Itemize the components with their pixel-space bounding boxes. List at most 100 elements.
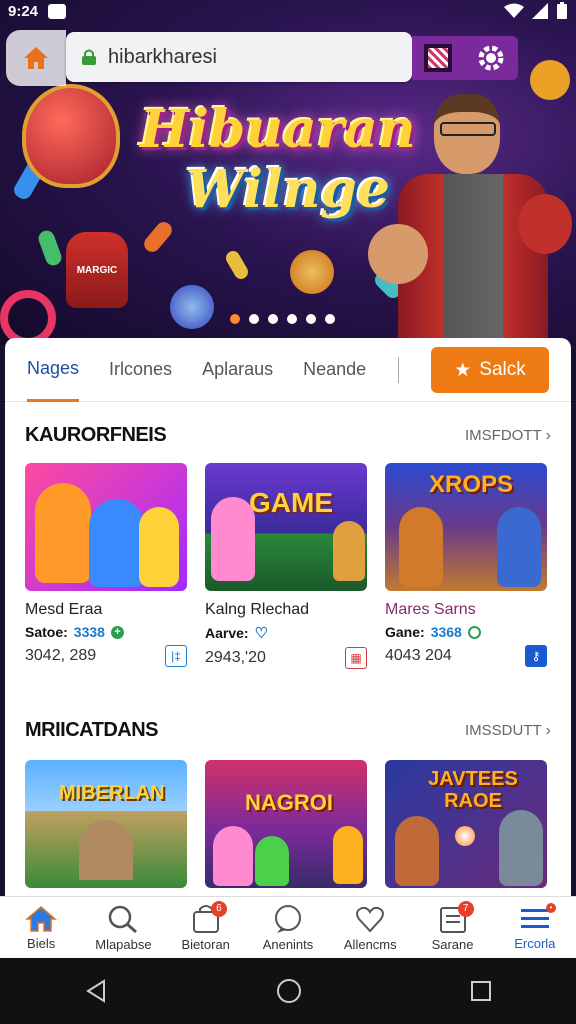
notification-badge: • xyxy=(545,903,556,913)
hot-air-balloon-image xyxy=(22,84,120,188)
character-figure xyxy=(395,816,439,886)
gear-icon[interactable] xyxy=(476,43,506,73)
bookmark-icon[interactable]: |‡ xyxy=(165,645,187,667)
status-bar: 9:24 xyxy=(0,0,576,22)
nav-item-chat[interactable]: Anenints xyxy=(247,897,329,958)
nav-label: Anenints xyxy=(262,936,314,952)
lantern-image: MARGIC xyxy=(66,232,128,308)
decor-orb xyxy=(170,285,214,329)
game-thumbnail xyxy=(25,463,187,591)
system-nav-bar xyxy=(0,958,576,1024)
bottom-nav: Biels Mlapabse 6 Bietoran Anenints Allen… xyxy=(0,896,576,958)
game-thumbnail: XROPS xyxy=(385,463,547,591)
game-thumbnail: MIBERLAN xyxy=(25,760,187,888)
carousel-dot[interactable] xyxy=(249,314,259,324)
back-icon[interactable] xyxy=(84,979,108,1003)
nav-label: Ercorla xyxy=(514,935,556,951)
nav-item-documents[interactable]: 7 Sarane xyxy=(411,897,493,958)
game-meta-label: Gane: xyxy=(385,624,425,640)
decor-block xyxy=(140,218,176,256)
decor-block xyxy=(36,228,64,268)
battery-icon xyxy=(557,2,567,19)
section-header: KAURORFNEIS IMSFDOTT › xyxy=(5,424,571,447)
game-meta: Gane: 3368 xyxy=(385,624,547,640)
game-thumbnail: NAGROI xyxy=(205,760,367,888)
game-card[interactable]: MIBERLAN xyxy=(25,760,187,888)
game-stats: 2943,'20 xyxy=(205,649,266,666)
decor-block xyxy=(223,248,251,282)
nav-item-search[interactable]: Mlapabse xyxy=(82,897,164,958)
search-button[interactable]: ★ Salck xyxy=(431,347,549,393)
see-more-label: IMSFDOTT xyxy=(465,427,542,444)
character-figure xyxy=(35,483,91,583)
character-figure xyxy=(399,507,443,587)
game-card[interactable]: Mesd Eraa Satoe: 3338 + 3042, 289 |‡ xyxy=(25,463,187,669)
tab-aplaraus[interactable]: Aplaraus xyxy=(202,338,273,402)
nav-item-favorites[interactable]: Allencms xyxy=(329,897,411,958)
hero-title: Hibuaran Wilnge xyxy=(140,100,416,220)
star-icon: ★ xyxy=(454,359,472,381)
tab-nages[interactable]: Nages xyxy=(27,338,80,402)
url-text: hibarkharesi xyxy=(108,45,217,68)
notification-badge: 7 xyxy=(457,901,474,917)
game-card[interactable]: GAME Kalng Rlechad Aarve: ♡ 2943,'20 ▦ xyxy=(205,463,367,669)
tab-irlcones[interactable]: Irlcones xyxy=(109,338,172,402)
nav-label: Sarane xyxy=(431,936,474,952)
character-figure xyxy=(211,497,255,581)
recents-icon[interactable] xyxy=(470,980,492,1002)
main-content: Nages Irlcones Aplaraus Neande ★ Salck K… xyxy=(5,338,571,898)
thumbnail-text: NAGROI xyxy=(245,790,333,815)
home-circle-icon[interactable] xyxy=(276,978,302,1004)
game-meta-label: Aarve: xyxy=(205,625,249,641)
carousel-dot[interactable] xyxy=(306,314,316,324)
nav-label: Biels xyxy=(27,935,56,951)
game-stats-row: 2943,'20 ▦ xyxy=(205,647,367,669)
tab-divider xyxy=(398,357,399,383)
see-more-link[interactable]: IMSSDUTT › xyxy=(465,722,551,740)
blaster-flash xyxy=(455,826,475,846)
game-row: MIBERLAN NAGROI JAVTEES RAOE xyxy=(5,760,571,888)
key-icon[interactable]: ⚷ xyxy=(525,645,547,667)
calendar-icon[interactable]: ▦ xyxy=(345,647,367,669)
chevron-right-icon: › xyxy=(545,426,551,444)
nav-label: Allencms xyxy=(343,936,397,952)
carousel-dot[interactable] xyxy=(230,314,240,324)
notification-icon xyxy=(48,3,67,19)
carousel-dot[interactable] xyxy=(325,314,335,324)
game-title: Kalng Rlechad xyxy=(205,601,310,618)
game-card[interactable]: JAVTEES RAOE xyxy=(385,760,547,888)
plus-icon: + xyxy=(110,625,124,639)
nav-item-store[interactable]: 6 Bietoran xyxy=(165,897,247,958)
game-card[interactable]: XROPS Mares Sarns Gane: 3368 4043 204 ⚷ xyxy=(385,463,547,669)
game-row: Mesd Eraa Satoe: 3338 + 3042, 289 |‡ GAM… xyxy=(5,463,571,669)
nav-item-menu[interactable]: • Ercorla xyxy=(494,897,576,958)
character-figure xyxy=(333,826,363,884)
home-icon xyxy=(25,905,58,932)
carousel-dot[interactable] xyxy=(287,314,297,324)
carousel-dot[interactable] xyxy=(268,314,278,324)
nav-item-home[interactable]: Biels xyxy=(0,897,82,958)
decor-coin xyxy=(290,250,334,294)
wifi-icon xyxy=(504,3,524,18)
toolbar-actions xyxy=(412,36,518,80)
game-card[interactable]: NAGROI xyxy=(205,760,367,888)
notification-badge: 6 xyxy=(210,901,227,917)
nav-label: Mlapabse xyxy=(95,936,152,952)
lantern-sign: MARGIC xyxy=(76,264,118,276)
game-meta-value: 3368 xyxy=(430,624,462,640)
see-more-link[interactable]: IMSFDOTT › xyxy=(465,427,551,445)
character-figure xyxy=(499,810,543,886)
section-header: MRIICATDANS IMSSDUTT › xyxy=(5,719,571,742)
chat-icon xyxy=(274,904,301,933)
search-button-label: Salck xyxy=(479,359,526,380)
game-meta: Aarve: ♡ xyxy=(205,624,367,642)
home-button[interactable] xyxy=(6,30,66,86)
game-title: Mesd Eraa xyxy=(25,601,103,618)
character-figure xyxy=(497,507,541,587)
tab-neande[interactable]: Neande xyxy=(303,338,366,402)
address-bar[interactable]: hibarkharesi xyxy=(66,32,412,82)
home-icon xyxy=(24,47,48,69)
section-title: MRIICATDANS xyxy=(25,719,159,741)
qr-icon[interactable] xyxy=(424,44,452,72)
game-thumbnail: GAME xyxy=(205,463,367,591)
